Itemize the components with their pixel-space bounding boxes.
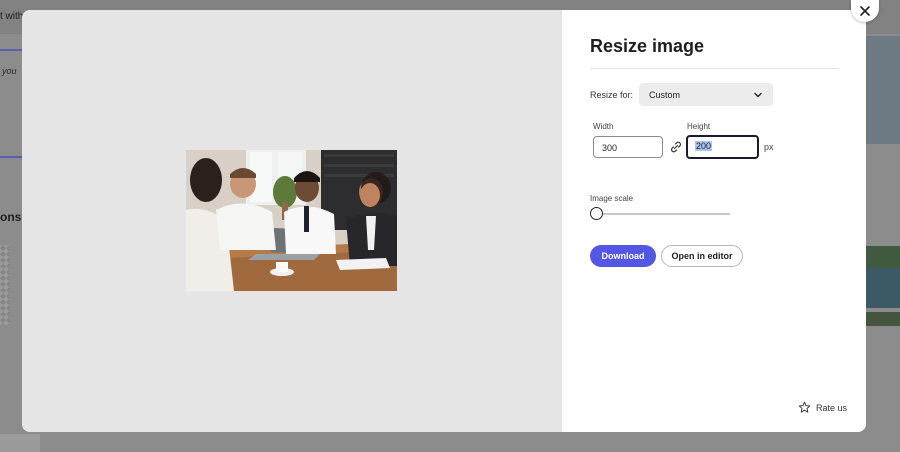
- background-thumbnail: [0, 245, 10, 325]
- background-text: t with: [0, 11, 24, 22]
- width-label: Width: [593, 122, 614, 131]
- background-thumbnail: [866, 268, 900, 308]
- rate-us-label: Rate us: [816, 402, 848, 413]
- rate-us-link[interactable]: Rate us: [798, 401, 847, 414]
- image-scale-slider[interactable]: [596, 213, 730, 215]
- width-input[interactable]: 300: [593, 136, 663, 158]
- resize-for-label: Resize for:: [590, 89, 634, 100]
- image-scale-label: Image scale: [590, 194, 634, 203]
- resize-for-value: Custom: [649, 89, 681, 100]
- preview-image: [186, 150, 397, 291]
- background-thumbnail: [866, 312, 900, 326]
- background-heading: ons: [0, 210, 22, 224]
- height-value: 200: [695, 141, 713, 151]
- background-divider: [0, 156, 24, 158]
- divider: [590, 68, 838, 69]
- background-thumbnail: [866, 36, 900, 144]
- resize-settings-panel: Resize image Resize for: Custom Width He…: [562, 10, 866, 432]
- close-icon: [860, 6, 870, 16]
- meeting-photo: [186, 150, 397, 291]
- dialog-title: Resize image: [590, 36, 705, 56]
- resize-for-row: Resize for: Custom: [590, 83, 774, 106]
- background-divider: [0, 49, 24, 51]
- background-text: you: [2, 66, 17, 76]
- height-label: Height: [687, 122, 711, 131]
- resize-image-dialog: Resize image Resize for: Custom Width He…: [22, 10, 866, 432]
- image-scale-slider-thumb[interactable]: [590, 207, 603, 220]
- height-input[interactable]: 200: [686, 135, 759, 159]
- star-icon: [798, 401, 811, 413]
- chevron-down-icon: [754, 92, 762, 97]
- resize-for-select[interactable]: Custom: [639, 83, 774, 106]
- link-icon[interactable]: [669, 140, 683, 154]
- image-preview-area: [22, 10, 562, 432]
- open-in-editor-button[interactable]: Open in editor: [661, 245, 743, 267]
- unit-label: px: [764, 142, 774, 152]
- background-thumbnail: [0, 434, 40, 452]
- download-button[interactable]: Download: [590, 245, 656, 267]
